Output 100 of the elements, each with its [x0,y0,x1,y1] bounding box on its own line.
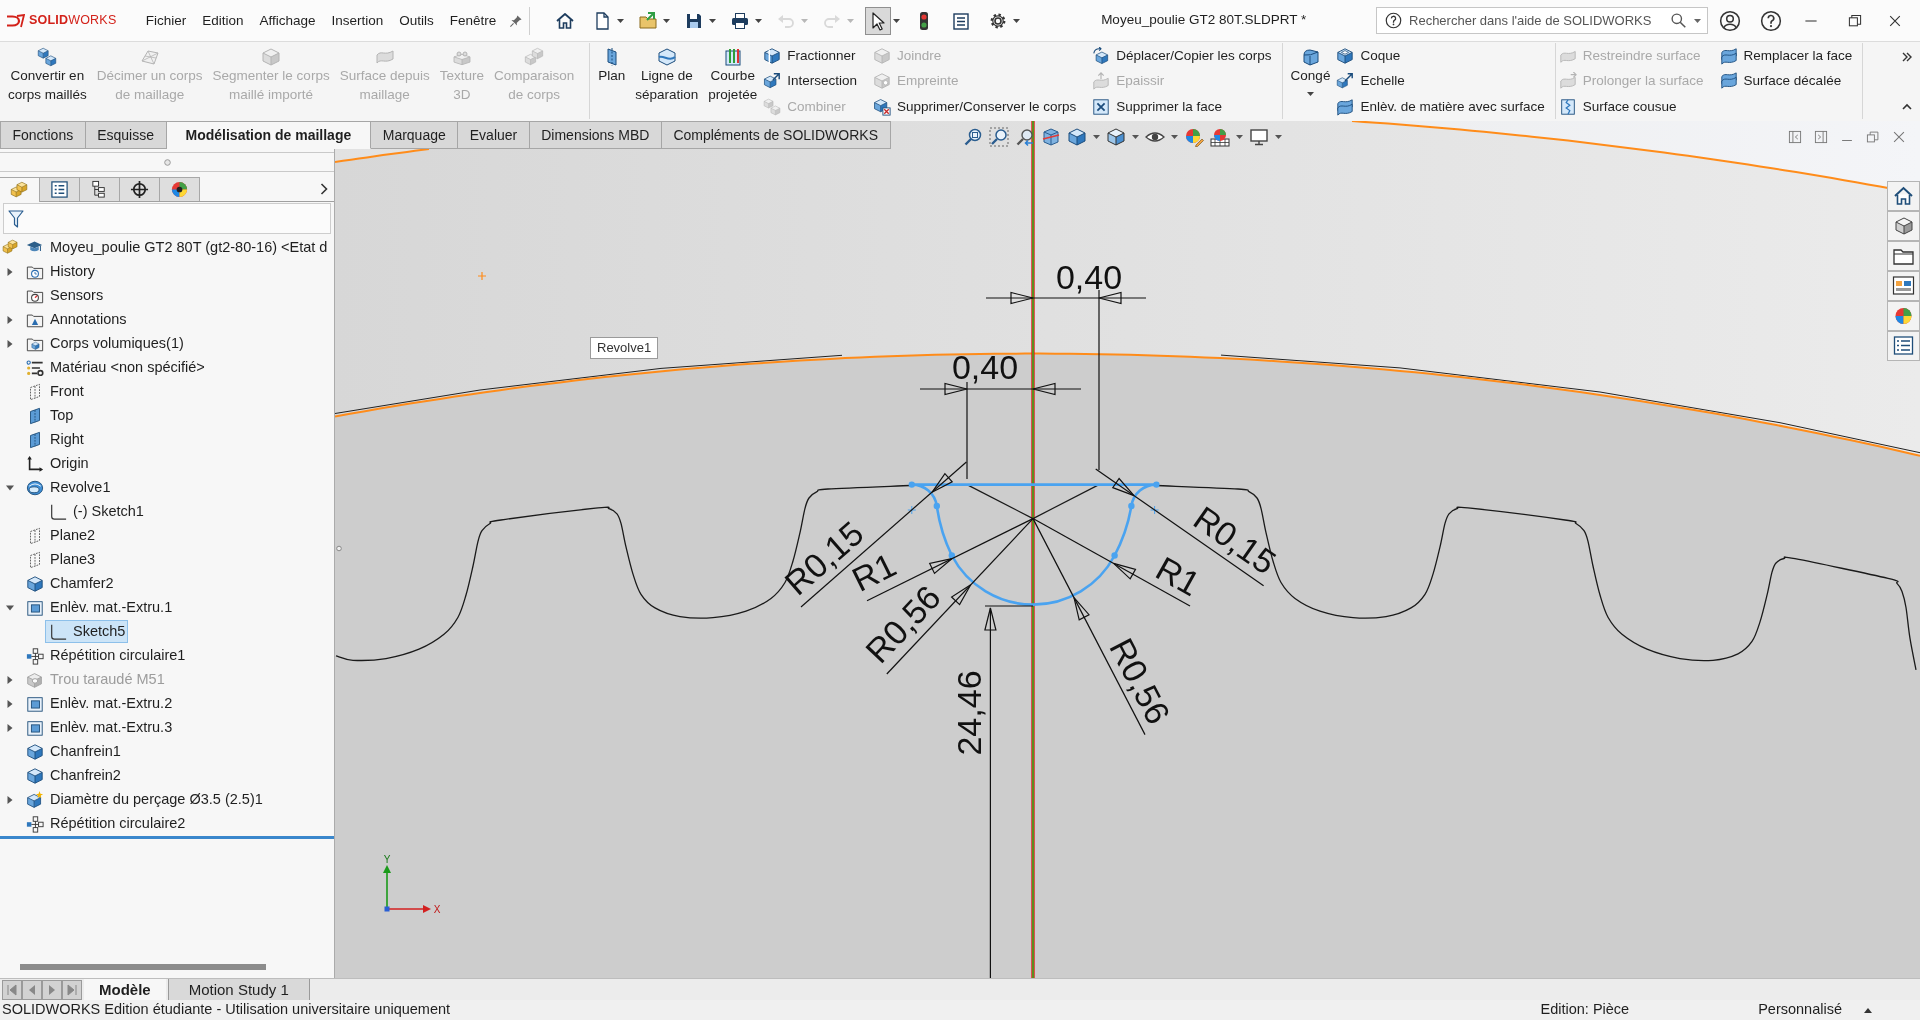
command-button[interactable]: Congé [1285,47,1336,117]
dimension-value[interactable]: 0,40 [951,348,1019,386]
help-icon[interactable] [1385,12,1402,29]
tree-item[interactable]: Plane3 [22,548,99,572]
menu-item[interactable]: Fenêtre [441,7,505,34]
command-button[interactable]: Intersection [763,68,857,94]
folder-icon[interactable] [1887,241,1920,271]
previous-icon[interactable] [22,979,42,1000]
sliced-cube-icon[interactable] [1041,127,1061,147]
scrollbar[interactable] [20,964,266,970]
caret-right-icon[interactable] [5,723,14,732]
command-button[interactable]: Ligne de séparation [630,47,704,117]
tree-item[interactable]: Chamfer2 [22,572,117,596]
zoom-area-icon[interactable] [989,127,1009,147]
tree-item[interactable]: Chanfrein1 [22,740,124,764]
dimension-value[interactable]: 0,40 [1055,258,1123,296]
cube-icon[interactable] [1067,127,1087,147]
chevrons-right-icon[interactable] [1902,52,1912,62]
caret-right-icon[interactable] [5,675,14,684]
rollback-bar[interactable] [0,835,334,839]
caret-down-icon[interactable] [5,483,14,492]
tree-item[interactable]: Plane2 [22,524,99,548]
filter-field[interactable] [3,203,331,234]
panel-tab[interactable] [80,177,120,201]
caret-down-icon[interactable] [5,603,14,612]
tree-item[interactable]: Revolve1 [22,476,114,500]
tree-item[interactable]: Origin [22,452,92,476]
caret-right-icon[interactable] [5,795,14,804]
menu-item[interactable]: Outils [391,7,442,34]
caret-icon[interactable] [1093,135,1100,139]
tree-item[interactable]: Sensors [22,284,107,308]
cubes-icon[interactable] [1887,211,1920,241]
tree-item[interactable]: Right [22,428,87,452]
command-button[interactable]: Courbe projetée [703,47,763,117]
tree-item[interactable]: Enlèv. mat.-Extru.3 [22,716,176,740]
tree-item[interactable]: Annotations [22,308,130,332]
shaded-cube-icon[interactable] [1106,127,1126,147]
splitter-handle-icon[interactable] [336,544,342,553]
menu-item[interactable]: Affichage [251,7,324,34]
ball-pencil-icon[interactable] [1184,127,1204,147]
caret-icon[interactable] [1694,18,1701,23]
search-icon[interactable] [1670,12,1687,29]
tree-item[interactable]: History [22,260,99,284]
menu-item[interactable]: Edition [194,7,252,34]
tab[interactable]: Fonctions [0,121,86,149]
grip-handle-icon[interactable] [163,158,171,166]
command-button[interactable]: Plan [593,47,631,117]
chevron-up-icon[interactable] [1902,102,1912,112]
chevron-right-icon[interactable] [320,183,328,195]
command-button[interactable]: Déplacer/Copier les corps [1092,43,1272,69]
tree-item[interactable]: Matériau <non spécifié> [22,356,208,380]
tree-item[interactable]: Répétition circulaire2 [22,812,189,836]
panel-right-icon[interactable] [1814,130,1828,144]
tree-item[interactable]: Top [22,404,77,428]
command-button[interactable]: Coque [1336,43,1545,69]
command-button[interactable]: Supprimer/Conserver le corps [872,94,1077,120]
tab[interactable]: Compléments de SOLIDWORKS [661,121,891,149]
filter-icon[interactable] [8,208,24,229]
zoom-icon[interactable] [963,127,983,147]
caret-right-icon[interactable] [5,339,14,348]
caret-right-icon[interactable] [5,267,14,276]
help-icon[interactable] [1760,9,1782,32]
tab[interactable]: Motion Study 1 [167,979,310,1000]
caret-icon[interactable] [1236,135,1243,139]
tree-item[interactable]: (-) Sketch1 [45,500,147,524]
home-icon[interactable] [1887,181,1920,211]
unit-system[interactable]: Personnalisé [1758,1001,1842,1019]
tab[interactable]: Esquisse [85,121,167,149]
caret-right-icon[interactable] [5,315,14,324]
command-button[interactable]: Surface décalée [1719,68,1853,94]
next-icon[interactable] [42,979,62,1000]
tab[interactable]: Marquage [371,121,459,149]
command-button[interactable]: Surface cousue [1558,94,1704,120]
toolbar-button[interactable] [865,6,901,35]
caret-right-icon[interactable] [5,699,14,708]
pin-icon[interactable] [509,13,524,28]
sketch-point-icon[interactable] [948,552,955,559]
tree-item[interactable]: Front [22,380,87,404]
list-icon[interactable] [1887,331,1920,361]
tree-item[interactable]: Chanfrein2 [22,764,124,788]
restore-icon[interactable] [1847,12,1863,29]
menu-item[interactable]: Insertion [323,7,392,34]
last-icon[interactable] [62,979,82,1000]
panel-left-icon[interactable] [1788,130,1802,144]
tree-item[interactable]: Enlèv. mat.-Extru.2 [22,692,176,716]
tree-item[interactable]: Moyeu_poulie GT2 80T (gt2-80-16) <Etat d [2,236,328,260]
command-button[interactable]: Echelle [1336,68,1545,94]
menu-item[interactable]: Fichier [137,7,195,34]
tab[interactable]: Modélisation de maillage [166,121,372,149]
tree-item[interactable]: Corps volumiques(1) [22,332,187,356]
command-button[interactable]: Remplacer la face [1719,43,1853,69]
command-button[interactable]: Supprimer la face [1092,94,1272,120]
tab[interactable]: Modèle [84,979,166,1000]
first-icon[interactable] [2,979,22,1000]
window-palette-icon[interactable] [1887,271,1920,301]
magnifier-arrow-icon[interactable] [1015,127,1035,147]
search-input[interactable]: Rechercher dans l'aide de SOLIDWORKS [1409,12,1663,29]
monitor-icon[interactable] [1249,127,1269,147]
caret-up-icon[interactable] [1864,1007,1872,1013]
command-button[interactable]: Fractionner [763,43,857,69]
